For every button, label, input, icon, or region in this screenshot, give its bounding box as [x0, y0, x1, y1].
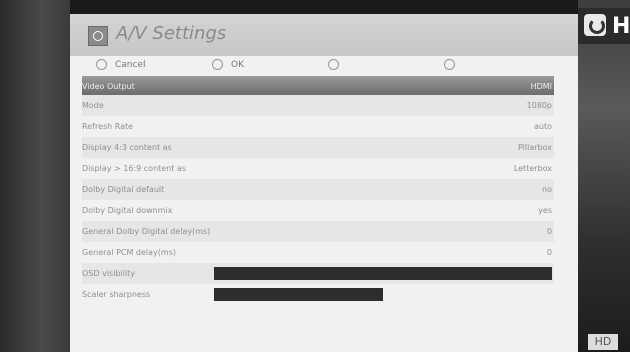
settings-icon: [88, 26, 108, 46]
radio-icon: [444, 59, 455, 70]
setting-label: Dolby Digital downmix: [82, 206, 173, 215]
setting-value: Letterbox: [513, 164, 552, 173]
video-backdrop-left: [0, 0, 70, 352]
setting-row-video-output[interactable]: Video Output HDMI: [82, 76, 554, 95]
dialog-title: A/V Settings: [116, 23, 227, 44]
osd-visibility-slider[interactable]: [214, 267, 552, 280]
setting-label: Mode: [82, 101, 104, 110]
setting-row-display-16-9[interactable]: Display > 16:9 content as Letterbox: [82, 158, 554, 179]
button-bar: Cancel OK: [70, 56, 578, 76]
setting-row-refresh-rate[interactable]: Refresh Rate auto: [82, 116, 554, 137]
channel-logo-icon: [584, 14, 606, 36]
scaler-sharpness-slider[interactable]: [214, 288, 383, 301]
hd-badge: HD: [588, 334, 618, 350]
setting-value: no: [542, 185, 552, 194]
av-settings-dialog: A/V Settings Cancel OK Video Output HDMI…: [70, 14, 578, 352]
cancel-button[interactable]: Cancel: [96, 59, 146, 73]
setting-value: Pillarbox: [518, 143, 552, 152]
setting-label: Display 4:3 content as: [82, 143, 172, 152]
setting-row-pcm-delay[interactable]: General PCM delay(ms) 0: [82, 242, 554, 263]
cancel-label: Cancel: [115, 60, 146, 70]
setting-row-dolby-default[interactable]: Dolby Digital default no: [82, 179, 554, 200]
setting-label: General Dolby Digital delay(ms): [82, 227, 211, 236]
setting-label: Display > 16:9 content as: [82, 164, 187, 173]
setting-value: HDMI: [530, 82, 552, 91]
radio-icon: [96, 59, 107, 70]
setting-row-mode[interactable]: Mode 1080p: [82, 95, 554, 116]
option-button-4[interactable]: [444, 59, 463, 73]
setting-value: yes: [538, 206, 552, 215]
dialog-header: A/V Settings: [70, 14, 578, 56]
setting-row-dolby-downmix[interactable]: Dolby Digital downmix yes: [82, 200, 554, 221]
radio-icon: [212, 59, 223, 70]
setting-value: auto: [533, 122, 552, 131]
ok-button[interactable]: OK: [212, 59, 244, 73]
setting-value: 0: [546, 248, 552, 257]
settings-list: Video Output HDMI Mode 1080p Refresh Rat…: [70, 76, 578, 305]
setting-value: 0: [546, 227, 552, 236]
radio-icon: [328, 59, 339, 70]
channel-logo: H: [578, 8, 630, 44]
setting-row-scaler-sharpness[interactable]: Scaler sharpness: [82, 284, 554, 305]
ok-label: OK: [231, 60, 244, 70]
setting-label: General PCM delay(ms): [82, 248, 176, 257]
setting-label: Dolby Digital default: [82, 185, 165, 194]
setting-label: Video Output: [82, 82, 135, 91]
option-button-3[interactable]: [328, 59, 347, 73]
video-backdrop-right: [578, 0, 630, 352]
setting-label: OSD visibility: [82, 269, 136, 278]
setting-label: Refresh Rate: [82, 122, 134, 131]
setting-row-display-4-3[interactable]: Display 4:3 content as Pillarbox: [82, 137, 554, 158]
setting-label: Scaler sharpness: [82, 290, 151, 299]
channel-logo-letter: H: [612, 14, 630, 39]
setting-row-osd-visibility[interactable]: OSD visibility: [82, 263, 554, 284]
setting-value: 1080p: [526, 101, 552, 110]
setting-row-dolby-delay[interactable]: General Dolby Digital delay(ms) 0: [82, 221, 554, 242]
